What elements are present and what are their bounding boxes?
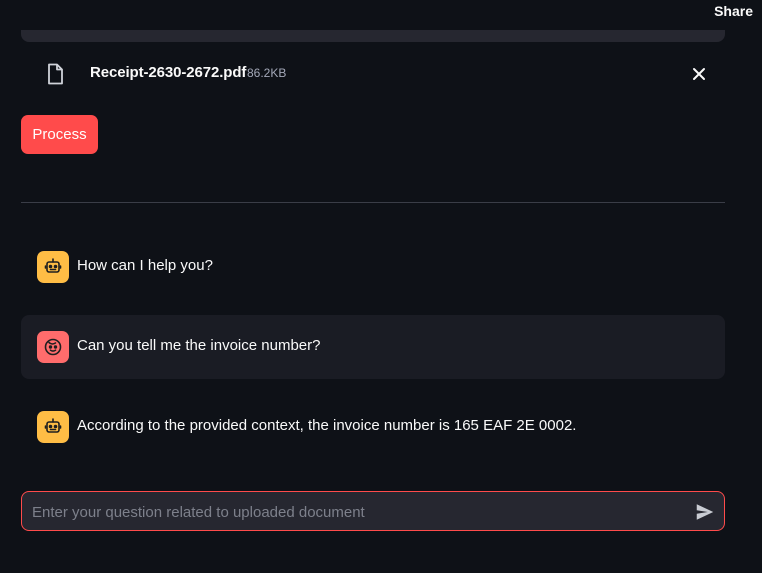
chat-input[interactable]: [30, 492, 684, 532]
share-link[interactable]: Share: [714, 3, 753, 19]
assistant-avatar: [37, 411, 69, 443]
process-button[interactable]: Process: [21, 115, 98, 154]
message-text: How can I help you?: [77, 257, 213, 274]
file-icon: [48, 63, 63, 85]
file-name: Receipt-2630-2672.pdf: [90, 64, 247, 81]
divider: [21, 202, 725, 203]
chat-message-assistant: According to the provided context, the i…: [21, 395, 725, 459]
send-icon[interactable]: [694, 501, 716, 523]
chat-message-assistant: How can I help you?: [21, 235, 725, 299]
bot-icon: [44, 258, 62, 273]
face-icon: [44, 338, 62, 356]
user-avatar: [37, 331, 69, 363]
message-text: Can you tell me the invoice number?: [77, 337, 321, 354]
message-text: According to the provided context, the i…: [77, 417, 577, 434]
file-uploader-dropzone[interactable]: [21, 30, 725, 42]
close-icon[interactable]: [689, 64, 709, 84]
file-size: 86.2KB: [247, 66, 287, 80]
app-page: Share Receipt-2630-2672.pdf 86.2KB Proce…: [0, 0, 762, 573]
uploaded-file-row: Receipt-2630-2672.pdf 86.2KB: [21, 56, 725, 92]
chat-message-user: Can you tell me the invoice number?: [21, 315, 725, 379]
bot-icon: [44, 418, 62, 433]
chat-input-container: [21, 491, 725, 532]
assistant-avatar: [37, 251, 69, 283]
